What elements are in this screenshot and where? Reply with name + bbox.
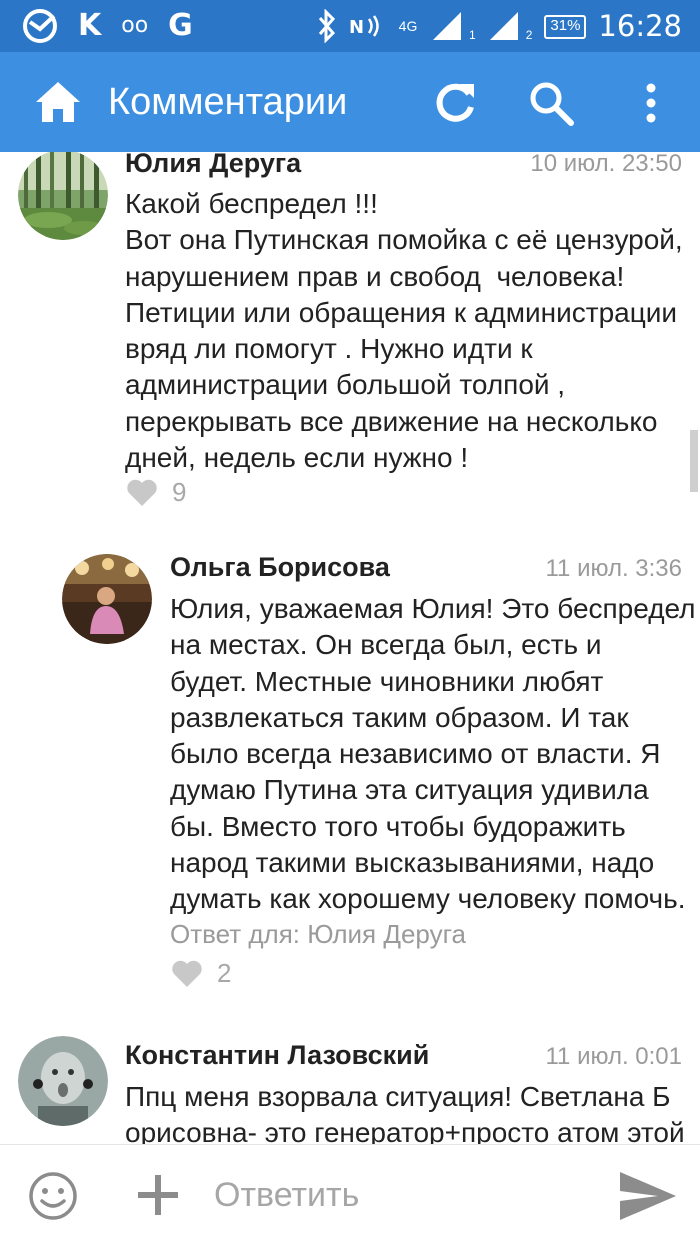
signal-sim2-icon — [489, 12, 518, 40]
emoji-icon[interactable] — [28, 1171, 78, 1221]
g-icon: G — [168, 8, 193, 43]
comment-date: 10 июл. 23:50 — [530, 152, 682, 177]
reply-input[interactable] — [214, 1175, 594, 1215]
status-bar-left-icons: K oo G — [22, 8, 193, 44]
k-icon: K — [78, 8, 102, 43]
comment-item: Константин Лазовский 11 июл. 0:01 Ппц ме… — [0, 1030, 700, 1144]
search-icon[interactable] — [528, 80, 574, 126]
network-type-label: 4G — [398, 18, 418, 34]
comment-text: Какой беспредел !!! Вот она Путинская по… — [125, 188, 683, 474]
attach-plus-icon[interactable] — [136, 1173, 180, 1217]
heart-icon — [172, 960, 202, 987]
status-bar: K oo G N 4G 1 2 31% 16:28 — [0, 0, 700, 52]
comment-date: 11 июл. 3:36 — [545, 555, 682, 582]
refresh-icon[interactable] — [432, 80, 478, 126]
comment-item: Ольга Борисова 11 июл. 3:36 Юлия, уважае… — [0, 542, 700, 1012]
more-options-icon[interactable] — [636, 80, 666, 126]
comment-date: 11 июл. 0:01 — [545, 1043, 682, 1070]
clock: 16:28 — [598, 9, 682, 43]
avatar[interactable] — [18, 1036, 108, 1126]
sim1-label: 1 — [469, 28, 476, 42]
status-bar-right-icons: N 4G 1 2 31% 16:28 — [317, 8, 682, 44]
heart-icon — [127, 479, 157, 506]
comment-author[interactable]: Ольга Борисова — [170, 550, 390, 584]
comment-text: Юлия, уважаемая Юлия! Это беспредел на м… — [170, 593, 696, 915]
like-button[interactable]: 2 — [171, 958, 231, 989]
comments-list[interactable]: Юлия Деруга 10 июл. 23:50 Какой беспреде… — [0, 152, 700, 1144]
sim2-label: 2 — [525, 28, 533, 42]
page-title: Комментарии — [108, 81, 348, 123]
like-button[interactable]: 9 — [126, 477, 186, 508]
home-icon[interactable] — [34, 80, 82, 124]
like-count: 9 — [172, 477, 187, 507]
comment-author[interactable]: Константин Лазовский — [125, 1038, 429, 1072]
like-count: 2 — [217, 958, 232, 988]
comment-item: Юлия Деруга 10 июл. 23:50 Какой беспреде… — [0, 152, 700, 532]
comment-author[interactable]: Юлия Деруга — [125, 152, 301, 180]
avatar[interactable] — [62, 554, 152, 644]
nfc-icon: N — [349, 15, 379, 38]
send-icon[interactable] — [618, 1169, 678, 1223]
voicemail-icon: oo — [121, 13, 149, 38]
svg-text:N: N — [349, 17, 364, 38]
reply-bar — [0, 1144, 700, 1244]
comment-text: Ппц меня взорвала ситуация! Светлана Б о… — [125, 1081, 685, 1144]
reply-to-label[interactable]: Ответ для: Юлия Деруга — [170, 918, 466, 950]
bluetooth-icon — [318, 9, 336, 43]
signal-sim1-icon — [433, 12, 462, 40]
battery-icon: 31% — [544, 15, 587, 39]
scrollbar-thumb[interactable] — [690, 430, 698, 492]
avatar[interactable] — [18, 152, 108, 240]
sberbank-icon — [23, 9, 57, 43]
app-bar: Комментарии — [0, 52, 700, 152]
